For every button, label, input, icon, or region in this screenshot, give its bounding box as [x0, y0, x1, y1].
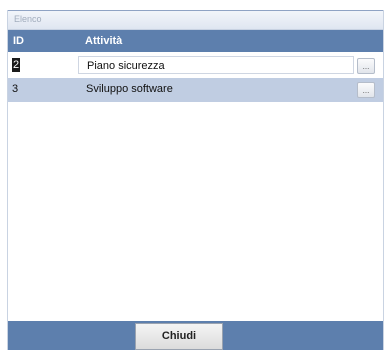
list-window: Elenco ID Attività 2 Piano sicurezza ...…: [7, 10, 384, 350]
footer-bar: Chiudi: [8, 321, 383, 350]
id-cell[interactable]: 3: [12, 83, 18, 95]
table-row[interactable]: 2 Piano sicurezza ...: [8, 54, 383, 78]
activity-cell[interactable]: Sviluppo software: [78, 80, 354, 98]
activity-cell[interactable]: Piano sicurezza: [78, 56, 354, 74]
grid-body: 2 Piano sicurezza ... 3 Sviluppo softwar…: [8, 52, 383, 332]
window-titlebar[interactable]: Elenco: [8, 10, 383, 30]
close-button[interactable]: Chiudi: [135, 323, 223, 350]
id-cell[interactable]: 2: [12, 58, 21, 72]
column-header-id[interactable]: ID: [13, 35, 24, 47]
table-row[interactable]: 3 Sviluppo software ...: [8, 78, 383, 102]
row-ellipsis-button[interactable]: ...: [357, 58, 375, 74]
window-title: Elenco: [14, 14, 42, 24]
column-header-activity[interactable]: Attività: [85, 35, 122, 47]
row-ellipsis-button[interactable]: ...: [357, 82, 375, 98]
grid-header: ID Attività: [8, 30, 383, 52]
